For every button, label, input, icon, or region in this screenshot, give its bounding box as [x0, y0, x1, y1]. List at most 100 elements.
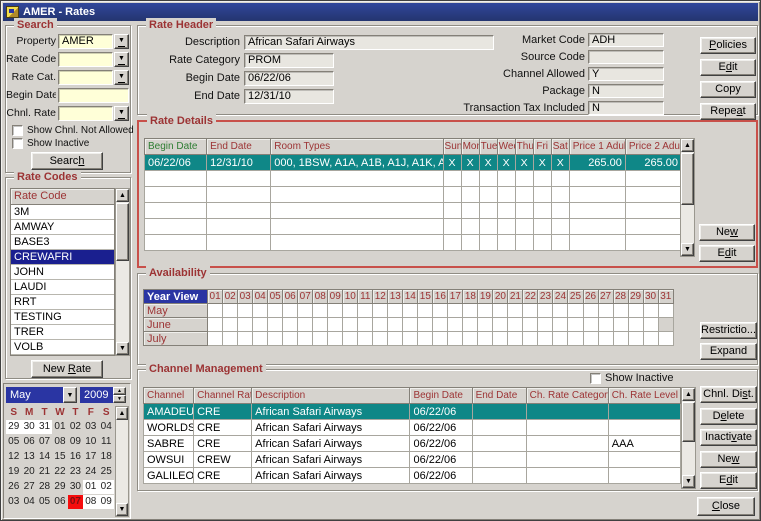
calendar-day[interactable]: 07 [37, 435, 52, 449]
calendar-day[interactable]: 05 [6, 435, 21, 449]
availability-cell[interactable] [658, 318, 673, 332]
availability-cell[interactable] [568, 332, 583, 346]
calendar-day[interactable]: 29 [6, 420, 21, 434]
calendar-day[interactable]: 16 [68, 450, 83, 464]
lov-dropdown-icon[interactable]: ▼ [114, 70, 129, 85]
edit-button[interactable]: Edit [699, 245, 755, 262]
title-bar[interactable]: AMER - Rates [3, 3, 758, 21]
availability-cell[interactable] [628, 332, 643, 346]
channel-col-header[interactable]: Channel Rate [194, 388, 252, 404]
calendar-day[interactable]: 06 [21, 435, 36, 449]
scroll-thumb[interactable] [682, 402, 695, 442]
calendar-day[interactable]: 26 [6, 480, 21, 494]
calendar-day[interactable]: 30 [21, 420, 36, 434]
availability-cell[interactable] [463, 304, 478, 318]
availability-cell[interactable] [208, 304, 223, 318]
calendar-day[interactable]: 19 [6, 465, 21, 479]
availability-cell[interactable] [448, 318, 463, 332]
checkbox-box-icon[interactable] [12, 125, 23, 136]
calendar-day[interactable]: 04 [21, 495, 36, 509]
availability-cell[interactable] [598, 332, 613, 346]
availability-cell[interactable] [658, 304, 673, 318]
rate-code-item[interactable]: TRER [11, 325, 114, 340]
rate-code-item[interactable]: LAUDI [11, 280, 114, 295]
spin-down-icon[interactable]: ▼ [113, 395, 126, 403]
copy-button[interactable]: Copy [700, 81, 756, 98]
availability-cell[interactable] [388, 304, 403, 318]
delete-button[interactable]: Delete [700, 408, 757, 425]
checkbox-box-icon[interactable] [590, 373, 601, 384]
rate-details-col-header[interactable]: End Date [207, 139, 271, 155]
inactivate-button[interactable]: Inactivate [700, 429, 757, 446]
availability-cell[interactable] [298, 304, 313, 318]
calendar-day[interactable]: 14 [37, 450, 52, 464]
availability-cell[interactable] [268, 332, 283, 346]
scroll-up-icon[interactable]: ▲ [116, 407, 128, 420]
rate-details-col-header[interactable]: Fri [533, 139, 551, 155]
availability-cell[interactable] [658, 332, 673, 346]
availability-cell[interactable] [313, 318, 328, 332]
channel-col-header[interactable]: Description [252, 388, 410, 404]
availability-cell[interactable] [523, 304, 538, 318]
restrictio-button[interactable]: Restrictio... [700, 322, 757, 339]
calendar-day[interactable]: 03 [83, 420, 98, 434]
scroll-down-icon[interactable]: ▼ [682, 475, 695, 488]
source-code-field[interactable] [588, 50, 664, 64]
availability-cell[interactable] [373, 304, 388, 318]
rate-details-col-header[interactable]: Begin Date [145, 139, 207, 155]
availability-cell[interactable] [343, 332, 358, 346]
calendar-day[interactable]: 21 [37, 465, 52, 479]
availability-cell[interactable] [253, 304, 268, 318]
availability-cell[interactable] [358, 304, 373, 318]
availability-cell[interactable] [463, 318, 478, 332]
availability-cell[interactable] [613, 304, 628, 318]
availability-cell[interactable] [583, 304, 598, 318]
availability-cell[interactable] [403, 332, 418, 346]
rate-details-col-header[interactable]: Sun [443, 139, 461, 155]
scroll-thumb[interactable] [116, 203, 129, 261]
scroll-down-icon[interactable]: ▼ [116, 342, 129, 355]
scroll-down-icon[interactable]: ▼ [116, 503, 128, 516]
calendar-day[interactable]: 10 [83, 435, 98, 449]
availability-cell[interactable] [208, 332, 223, 346]
channel-scrollbar[interactable]: ▲ ▼ [681, 387, 696, 489]
calendar-day[interactable]: 30 [68, 480, 83, 494]
availability-cell[interactable] [298, 332, 313, 346]
availability-cell[interactable] [553, 318, 568, 332]
rate-details-col-header[interactable]: Thu [515, 139, 533, 155]
rate-code-item[interactable]: TESTING [11, 310, 114, 325]
channel-col-header[interactable]: Channel [144, 388, 194, 404]
availability-cell[interactable] [358, 332, 373, 346]
calendar-day[interactable]: 07 [68, 495, 83, 509]
availability-cell[interactable] [643, 332, 658, 346]
channel-row[interactable]: SABRECREAfrican Safari Airways06/22/06AA… [144, 436, 681, 452]
availability-cell[interactable] [598, 318, 613, 332]
calendar-day[interactable]: 15 [52, 450, 67, 464]
calendar-day[interactable]: 22 [52, 465, 67, 479]
availability-cell[interactable] [418, 318, 433, 332]
availability-cell[interactable] [613, 332, 628, 346]
availability-cell[interactable] [538, 318, 553, 332]
calendar-day[interactable]: 18 [99, 450, 114, 464]
availability-cell[interactable] [298, 318, 313, 332]
availability-cell[interactable] [328, 304, 343, 318]
availability-cell[interactable] [538, 304, 553, 318]
scroll-up-icon[interactable]: ▲ [681, 139, 694, 152]
calendar-scrollbar[interactable]: ▲ ▼ [115, 406, 129, 517]
expand-button[interactable]: Expand [700, 343, 757, 360]
availability-cell[interactable] [313, 304, 328, 318]
availability-cell[interactable] [523, 318, 538, 332]
calendar-year-field[interactable]: 2009 [80, 387, 113, 403]
repeat-button[interactable]: Repeat [700, 103, 756, 120]
availability-cell[interactable] [328, 318, 343, 332]
rate-code-item[interactable]: 3M [11, 205, 114, 220]
channel-row[interactable]: WORLDSPACREAfrican Safari Airways06/22/0… [144, 420, 681, 436]
checkbox-box-icon[interactable] [12, 138, 23, 149]
new-button[interactable]: New [700, 451, 757, 468]
scroll-thumb[interactable] [681, 153, 694, 205]
search-property-input[interactable]: AMER [58, 34, 113, 49]
availability-cell[interactable] [238, 332, 253, 346]
search-rate-code-input[interactable] [58, 52, 113, 67]
availability-cell[interactable] [223, 318, 238, 332]
rate-details-col-header[interactable]: Wed [497, 139, 515, 155]
